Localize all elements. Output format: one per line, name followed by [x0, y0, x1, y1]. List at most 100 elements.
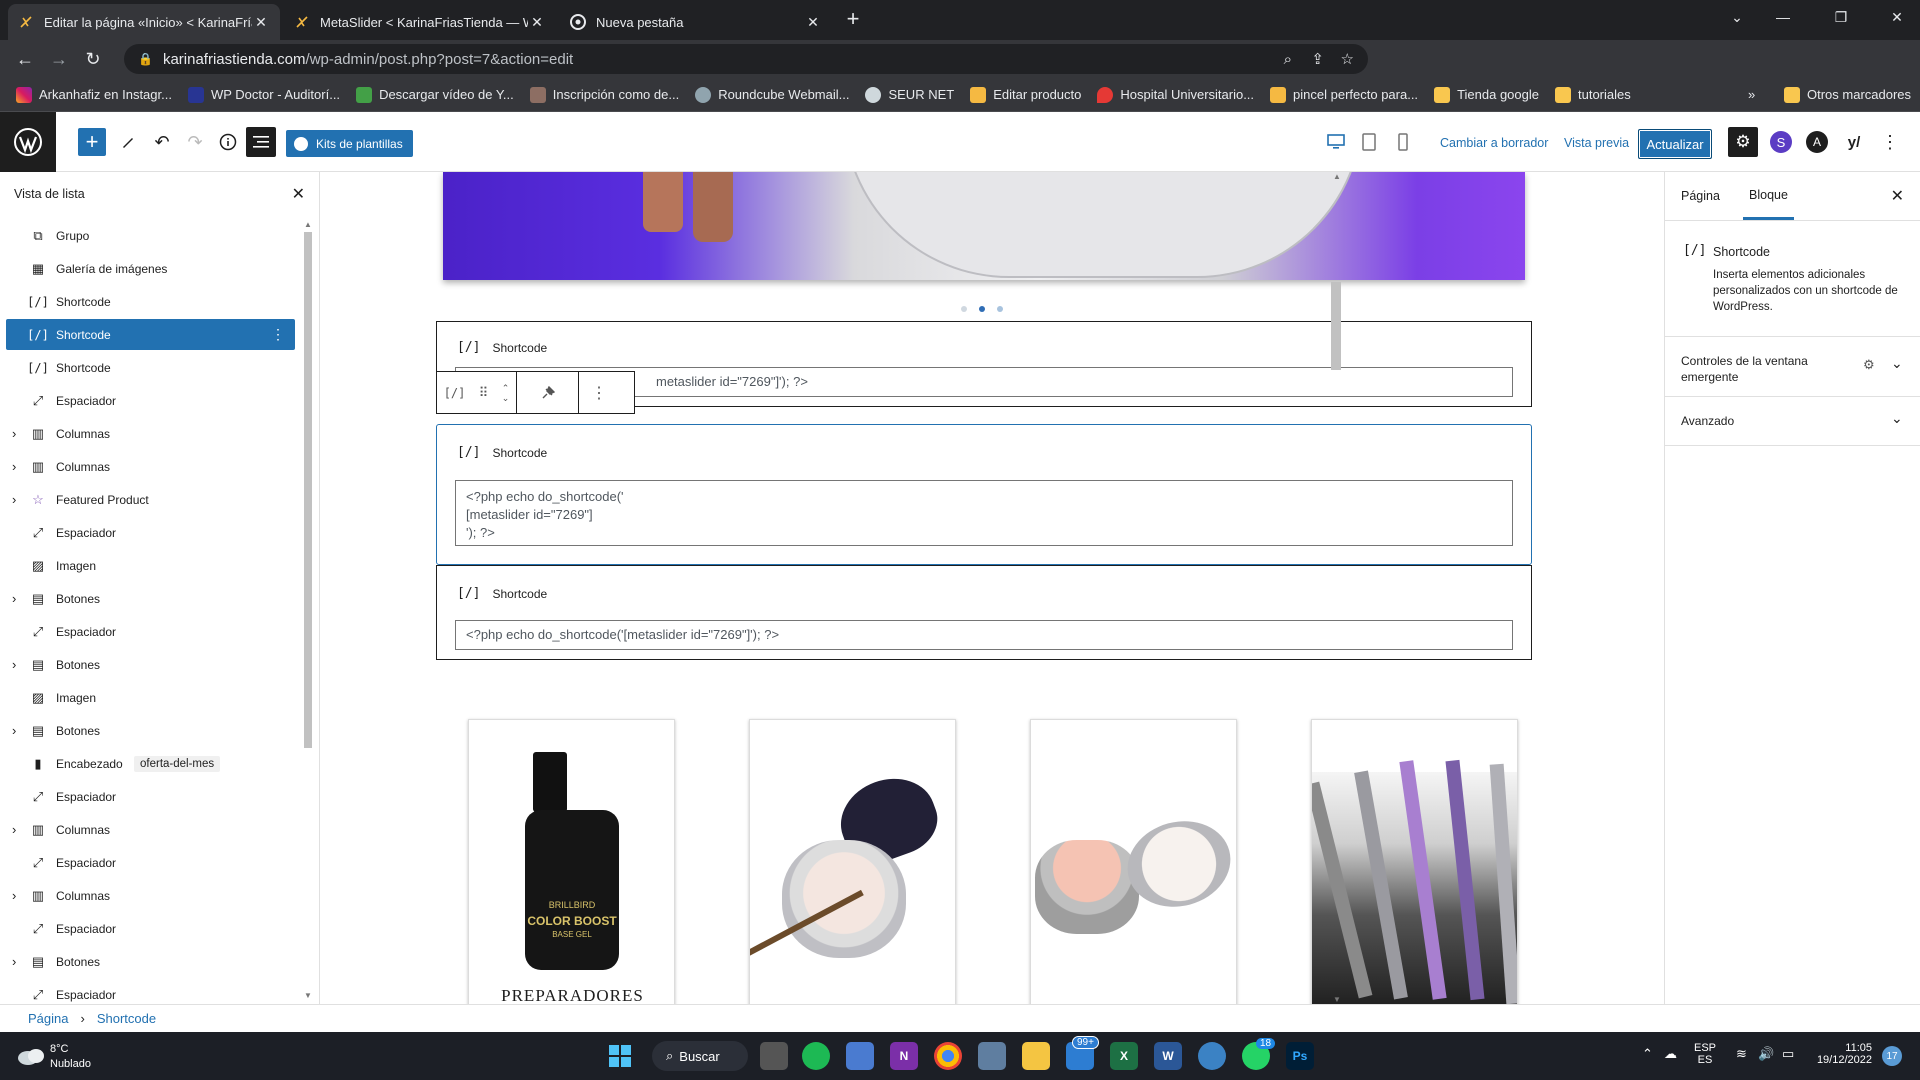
list-view-item[interactable]: › ▥ Columnas	[6, 814, 295, 845]
drag-handle-icon[interactable]: ⠿	[479, 385, 489, 401]
undo-icon[interactable]: ↶	[150, 130, 174, 154]
update-button[interactable]: Actualizar	[1638, 129, 1712, 159]
calculator-icon[interactable]	[978, 1042, 1006, 1070]
list-view-item[interactable]: [/] Shortcode ⋮	[6, 319, 295, 350]
list-view-item[interactable]: ⤢ Espaciador	[6, 913, 295, 944]
list-view-icon[interactable]	[246, 127, 276, 157]
list-view-item[interactable]: ▨ Imagen	[6, 682, 295, 713]
tab-page[interactable]: Página	[1681, 172, 1720, 220]
list-view-item[interactable]: ⤢ Espaciador	[6, 517, 295, 548]
taskbar-search[interactable]: ⌕ Buscar	[652, 1041, 748, 1071]
chevron-right-icon[interactable]: ›	[12, 657, 16, 672]
list-view-item[interactable]: ▦ Galería de imágenes	[6, 253, 295, 284]
chevron-right-icon[interactable]: ›	[12, 954, 16, 969]
tab-metaslider[interactable]: MetaSlider < KarinaFriasTienda — W ✕	[284, 4, 556, 40]
notification-count-badge[interactable]: 17	[1882, 1046, 1902, 1066]
list-view-item[interactable]: ⤢ Espaciador	[6, 616, 295, 647]
bookmark-item[interactable]: WP Doctor - Auditorí...	[187, 86, 340, 103]
product-card-preparadores[interactable]: BRILLBIRD COLOR BOOST BASE GEL PREPARADO…	[468, 719, 675, 1004]
tab-nueva[interactable]: Nueva pestaña ✕	[560, 4, 832, 40]
chevron-right-icon[interactable]: ›	[12, 492, 16, 507]
scroll-up-icon[interactable]: ▲	[1333, 172, 1341, 181]
plugin-s-icon[interactable]: S	[1770, 131, 1792, 153]
breadcrumb-current[interactable]: Shortcode	[97, 1011, 156, 1026]
desktop-preview-icon[interactable]	[1324, 130, 1348, 154]
bookmark-item[interactable]: Descargar vídeo de Y...	[356, 86, 514, 103]
tablet-preview-icon[interactable]	[1357, 130, 1381, 154]
pin-icon[interactable]	[517, 372, 579, 413]
language-indicator[interactable]: ESP ES	[1694, 1042, 1716, 1066]
chevron-right-icon[interactable]: ›	[12, 888, 16, 903]
clock[interactable]: 11:05 19/12/2022	[1812, 1042, 1872, 1066]
show-hidden-icons-chevron-icon[interactable]: ⌃	[1642, 1046, 1653, 1062]
chevron-right-icon[interactable]: ›	[12, 723, 16, 738]
task-view-icon[interactable]	[760, 1042, 788, 1070]
word-icon[interactable]: W	[1154, 1042, 1182, 1070]
list-view-item[interactable]: ▨ Imagen	[6, 550, 295, 581]
chevron-right-icon[interactable]: ›	[12, 459, 16, 474]
other-bookmarks-folder[interactable]: Otros marcadores	[1784, 86, 1911, 103]
panel-advanced[interactable]: Avanzado ⌄	[1665, 396, 1920, 446]
wordpress-logo-icon[interactable]	[0, 112, 56, 172]
close-tab-icon[interactable]: ✕	[252, 14, 270, 31]
minimize-button[interactable]: —	[1760, 0, 1806, 34]
list-view-item[interactable]: ⤢ Espaciador	[6, 385, 295, 416]
tab-editar-pagina[interactable]: Editar la página «Inicio» < KarinaFrías …	[8, 4, 280, 40]
list-view-item[interactable]: › ▥ Columnas	[6, 880, 295, 911]
list-view-item[interactable]: › ☆ Featured Product	[6, 484, 295, 515]
weather-cloud-icon[interactable]	[16, 1046, 46, 1066]
canvas-scrollbar[interactable]: ▲ ▼	[1328, 172, 1345, 1004]
product-card-gel[interactable]	[1030, 719, 1237, 1004]
slider-dots[interactable]	[961, 306, 1003, 312]
template-kits-button[interactable]: Kits de plantillas	[286, 130, 413, 157]
yoast-seo-icon[interactable]: y/	[1842, 130, 1866, 154]
scrollbar-thumb[interactable]	[1331, 282, 1341, 370]
list-view-item[interactable]: ⤢ Espaciador	[6, 781, 295, 812]
volume-icon[interactable]: 🔊	[1758, 1046, 1774, 1062]
bookmark-item[interactable]: pincel perfecto para...	[1270, 86, 1418, 103]
back-icon[interactable]: ←	[8, 42, 42, 76]
file-explorer-icon[interactable]	[1022, 1042, 1050, 1070]
shortcode-block-selected[interactable]: [/] Shortcode <?php echo do_shortcode(' […	[436, 424, 1532, 565]
list-view-item[interactable]: [/] Shortcode	[6, 286, 295, 317]
switch-to-draft-link[interactable]: Cambiar a borrador	[1440, 136, 1548, 150]
battery-icon[interactable]: ▭	[1782, 1046, 1794, 1062]
wifi-icon[interactable]: ≋	[1736, 1046, 1747, 1062]
reload-icon[interactable]: ↻	[76, 42, 110, 76]
bookmark-item[interactable]: Hospital Universitario...	[1097, 86, 1254, 103]
close-tab-icon[interactable]: ✕	[804, 14, 822, 31]
list-view-item[interactable]: › ▥ Columnas	[6, 451, 295, 482]
list-view-item[interactable]: › ▤ Botones	[6, 715, 295, 746]
notepad-icon[interactable]	[846, 1042, 874, 1070]
share-icon[interactable]: ⇪	[1311, 50, 1324, 68]
options-menu-icon[interactable]: ⋮	[1878, 130, 1902, 154]
bookmark-folder[interactable]: Tienda google	[1434, 86, 1539, 103]
onenote-icon[interactable]: N	[890, 1042, 918, 1070]
photoshop-icon[interactable]: Ps	[1286, 1042, 1314, 1070]
details-info-icon[interactable]	[216, 130, 240, 154]
item-options-icon[interactable]: ⋮	[271, 326, 285, 343]
bookmark-item[interactable]: Editar producto	[970, 86, 1081, 103]
scroll-up-icon[interactable]: ▲	[304, 220, 312, 229]
more-bookmarks-button[interactable]: »	[1748, 87, 1755, 102]
mobile-preview-icon[interactable]	[1391, 130, 1415, 154]
scrollbar-thumb[interactable]	[304, 232, 312, 748]
shortcode-textarea[interactable]: <?php echo do_shortcode(' [metaslider id…	[455, 480, 1513, 546]
shortcode-block[interactable]: [/] Shortcode <?php echo do_shortcode('[m…	[436, 565, 1532, 660]
chevron-right-icon[interactable]: ›	[12, 591, 16, 606]
address-bar[interactable]: 🔒 karinafriastienda.com /wp-admin/post.p…	[124, 44, 1368, 74]
close-list-view-icon[interactable]: ✕	[292, 184, 305, 204]
close-tab-icon[interactable]: ✕	[528, 14, 546, 31]
product-card-acrylic[interactable]	[749, 719, 956, 1004]
tab-search-icon[interactable]: ⌄	[1714, 0, 1760, 34]
slider-dot[interactable]	[961, 306, 967, 312]
bookmark-item[interactable]: Roundcube Webmail...	[695, 86, 849, 103]
redo-icon[interactable]: ↷	[183, 130, 207, 154]
bookmark-folder[interactable]: tutoriales	[1554, 86, 1631, 103]
block-inserter-button[interactable]: +	[78, 128, 106, 156]
shortcode-textarea[interactable]: <?php echo do_shortcode('[metaslider id=…	[455, 620, 1513, 650]
chevron-right-icon[interactable]: ›	[12, 822, 16, 837]
bookmark-item[interactable]: SEUR NET	[865, 86, 954, 103]
zoom-search-icon[interactable]: ⌕	[1284, 51, 1292, 68]
list-view-item[interactable]: ⧉ Grupo	[6, 220, 295, 251]
